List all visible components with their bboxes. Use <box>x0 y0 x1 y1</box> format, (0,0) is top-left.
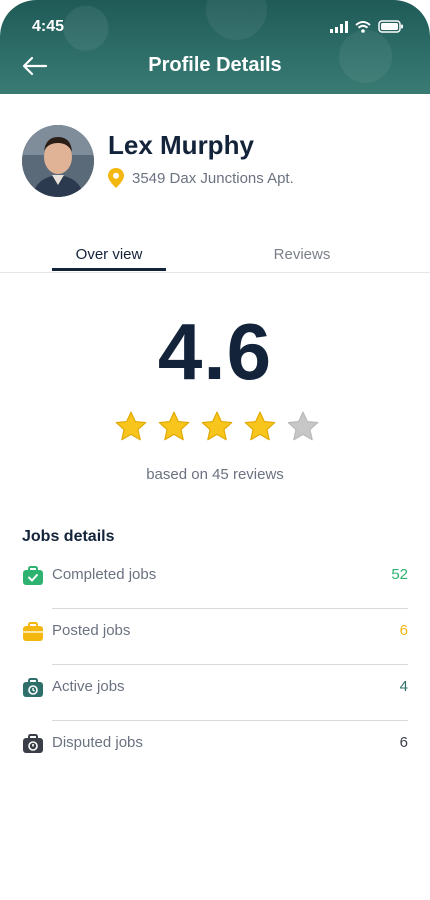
briefcase-clock-icon <box>23 678 43 697</box>
briefcase-alert-icon <box>23 734 43 753</box>
job-row-posted[interactable]: Posted jobs 6 <box>22 609 408 665</box>
job-label: Completed jobs <box>52 566 157 583</box>
job-label: Disputed jobs <box>52 734 143 751</box>
star-filled-icon <box>158 411 190 441</box>
location-pin-icon <box>108 168 124 188</box>
tab-reviews[interactable]: Reviews <box>246 246 358 263</box>
job-label: Active jobs <box>52 678 125 695</box>
battery-icon <box>378 20 403 33</box>
star-rating <box>114 410 320 444</box>
profile-address: 3549 Dax Junctions Apt. <box>108 168 294 188</box>
job-row-active[interactable]: Active jobs 4 <box>22 665 408 721</box>
job-row-completed[interactable]: Completed jobs 52 <box>22 553 408 609</box>
briefcase-check-icon <box>23 566 43 585</box>
job-count: 6 <box>399 734 408 751</box>
status-icons <box>330 20 404 33</box>
avatar-image <box>22 125 94 197</box>
active-tab-indicator <box>52 268 166 271</box>
job-row-disputed[interactable]: Disputed jobs 6 <box>22 721 408 777</box>
avatar <box>22 125 94 197</box>
wifi-icon <box>355 20 371 33</box>
reviews-count: based on 45 reviews <box>146 466 284 483</box>
rating-value: 4.6 <box>157 307 273 396</box>
profile-name: Lex Murphy <box>108 130 254 160</box>
job-count: 4 <box>399 678 408 695</box>
address-text: 3549 Dax Junctions Apt. <box>132 169 294 187</box>
star-filled-icon <box>244 411 276 441</box>
page-title: Profile Details <box>148 54 282 76</box>
jobs-section-title: Jobs details <box>22 528 115 545</box>
status-bar: 4:45 <box>32 18 404 38</box>
tab-overview[interactable]: Over view <box>52 246 166 263</box>
profile-screen: 4:45 Profile Details Lex Murphy 3549 Dax… <box>0 0 430 900</box>
header-bar: 4:45 Profile Details <box>0 0 430 94</box>
star-filled-icon <box>201 411 233 441</box>
star-empty-icon <box>287 411 319 441</box>
star-filled-icon <box>115 411 147 441</box>
job-count: 6 <box>399 622 408 639</box>
briefcase-icon <box>23 622 43 641</box>
job-label: Posted jobs <box>52 622 131 639</box>
job-count: 52 <box>391 566 408 583</box>
signal-icon <box>330 20 348 33</box>
status-time: 4:45 <box>32 18 65 35</box>
